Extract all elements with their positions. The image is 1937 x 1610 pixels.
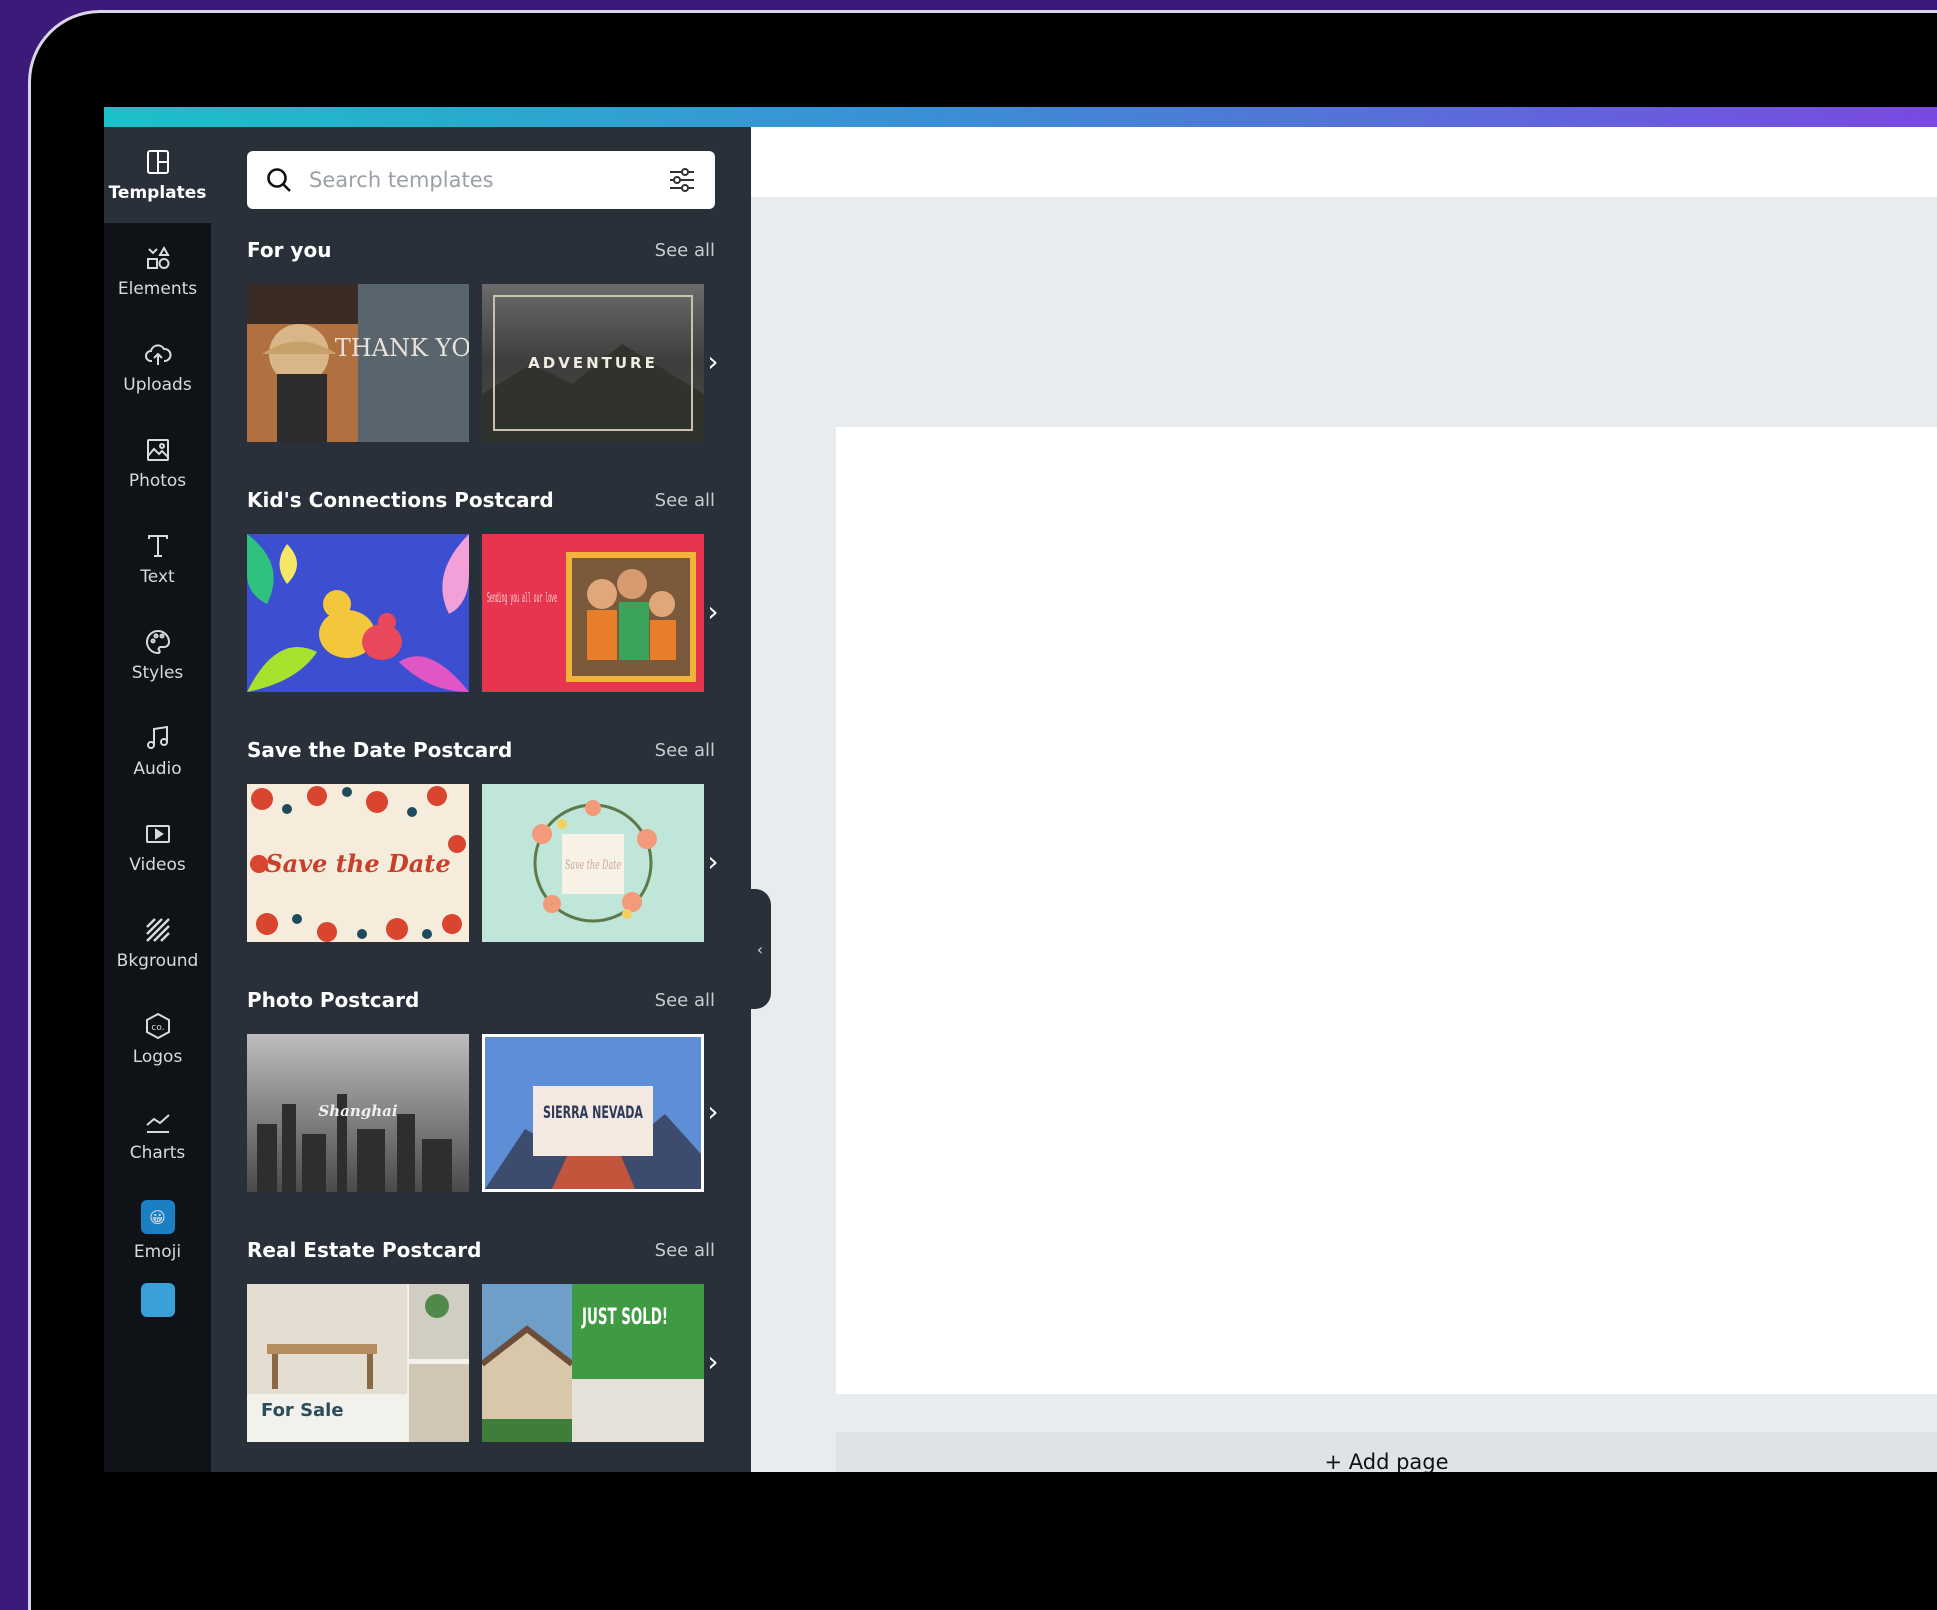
next-arrow-icon[interactable]: › [701,844,725,880]
collapse-panel-handle[interactable]: ‹ [749,889,771,1009]
thumb-title: THANK YOU [335,334,469,362]
rail-label: Emoji [133,1242,182,1262]
side-rail: Templates Elements Uploads Photos Text S… [104,127,211,1472]
background-stripes-icon [145,918,170,942]
template-thumbnail[interactable]: Save the Date [482,784,704,942]
rail-item-emoji[interactable]: 😀 Emoji [104,1183,211,1279]
thumb-title: Shanghai [318,1102,397,1120]
chevron-left-icon: ‹ [756,939,764,959]
section-real-estate: Real Estate Postcard See all For Sale JUS… [247,1233,719,1442]
rail-item-styles[interactable]: Styles [104,607,211,703]
next-arrow-icon[interactable]: › [701,1094,725,1130]
template-thumbnail[interactable]: SIERRA NEVADA [482,1034,704,1192]
rail-item-text[interactable]: Text [104,511,211,607]
rail-item-audio[interactable]: Audio [104,703,211,799]
music-note-icon [146,725,168,749]
template-thumbnail[interactable]: JUST SOLD! [482,1284,704,1442]
template-thumbnail[interactable]: Shanghai [247,1034,469,1192]
rail-label: Logos [132,1047,183,1067]
rail-item-videos[interactable]: Videos [104,799,211,895]
section-save-the-date: Save the Date Postcard See all Save the D… [247,733,719,942]
section-title: For you [247,238,332,262]
chart-line-icon [145,1114,170,1133]
search-input[interactable] [307,167,667,193]
see-all-link[interactable]: See all [655,990,715,1011]
search-icon [267,168,291,192]
templates-panel: For you See all THANK YOU ADVENTURE › Kid… [211,127,751,1472]
thumb-title: For Sale [261,1400,344,1421]
next-arrow-icon[interactable]: › [701,1344,725,1380]
emoji-app-icon: 😀 [140,1200,175,1234]
see-all-link[interactable]: See all [655,1240,715,1261]
section-title: Save the Date Postcard [247,738,513,762]
rail-item-uploads[interactable]: Uploads [104,319,211,415]
rail-label: Elements [117,279,198,299]
rail-item-more-app[interactable] [104,1283,211,1343]
section-title: Photo Postcard [247,988,420,1012]
filter-sliders-icon[interactable] [667,165,697,195]
rail-label: Uploads [123,375,192,395]
thumb-title: Save the Date [565,858,621,873]
rail-label: Charts [129,1143,186,1163]
section-kids-connections: Kid's Connections Postcard See all Sendin… [247,483,719,692]
template-thumbnail[interactable]: Sending you all our love [482,534,704,692]
section-for-you: For youSee all THANK YOU ADVENTURE › [247,233,719,442]
rail-label: Templates [108,183,207,203]
templates-icon [146,150,169,174]
rail-item-background[interactable]: Bkground [104,895,211,991]
design-canvas[interactable] [836,427,1937,1394]
see-all-link[interactable]: See all [655,240,715,261]
section-photo-postcard: Photo Postcard See all Shanghai SIERRA NE… [247,983,719,1192]
text-icon [147,535,168,557]
thumb-title: ADVENTURE [528,354,658,372]
rail-item-logos[interactable]: co. Logos [104,991,211,1087]
thumb-title: JUST SOLD! [581,1305,668,1330]
rail-item-elements[interactable]: Elements [104,223,211,319]
top-gradient-bar [104,107,1937,127]
template-thumbnail[interactable]: THANK YOU [247,284,469,442]
see-all-link[interactable]: See all [655,490,715,511]
app-screen: Templates Elements Uploads Photos Text S… [104,107,1937,1472]
thumb-title: SIERRA NEVADA [543,1103,644,1123]
elements-icon [146,245,170,269]
rail-label: Photos [128,471,187,491]
rail-label: Styles [131,663,184,683]
next-arrow-icon[interactable]: › [701,594,725,630]
palette-icon [145,629,170,655]
next-arrow-icon[interactable]: › [701,344,725,380]
editor-toolbar-area [751,127,1937,197]
rail-label: Videos [129,855,186,875]
rail-label: Text [140,567,175,587]
template-thumbnail[interactable]: Save the Date [247,784,469,942]
template-thumbnail[interactable]: ADVENTURE [482,284,704,442]
rail-item-photos[interactable]: Photos [104,415,211,511]
template-thumbnail[interactable] [247,534,469,692]
search-bar [247,151,715,209]
section-title: Kid's Connections Postcard [247,488,554,512]
see-all-link[interactable]: See all [655,740,715,761]
svg-text:co.: co. [151,1023,164,1033]
photo-icon [146,439,169,461]
template-thumbnail[interactable]: For Sale [247,1284,469,1442]
add-page-button[interactable]: + Add page [836,1432,1937,1472]
rail-label: Bkground [116,951,199,971]
upload-cloud-icon [144,344,171,365]
rail-item-charts[interactable]: Charts [104,1087,211,1183]
thumb-title: Sending you all our love [487,591,557,606]
rail-item-templates[interactable]: Templates [104,127,211,223]
rail-label: Audio [133,759,182,779]
logo-badge-icon: co. [145,1012,170,1040]
video-icon [145,825,170,843]
section-title: Real Estate Postcard [247,1238,482,1262]
app-icon [140,1283,175,1317]
thumb-title: Save the Date [265,849,450,878]
